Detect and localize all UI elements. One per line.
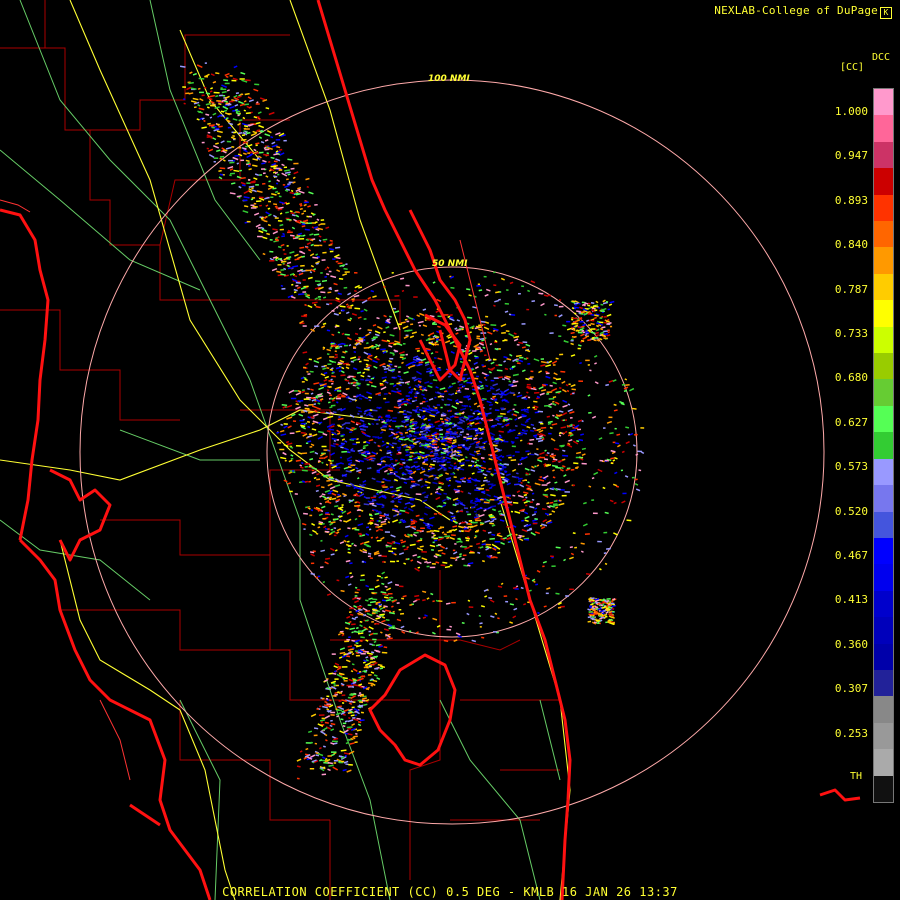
legend-product: DCC bbox=[872, 52, 891, 63]
legend-bottom-label: TH bbox=[850, 771, 863, 782]
legend-swatch bbox=[874, 273, 893, 301]
legend-color-bar bbox=[873, 88, 894, 803]
legend-swatch bbox=[874, 432, 893, 459]
legend-swatch bbox=[874, 669, 893, 697]
legend-tick-label: 0.733 bbox=[834, 327, 868, 340]
legend-swatch bbox=[874, 221, 893, 248]
radar-display: NEXLAB-College of DuPage K 100 NMI 50 NMI… bbox=[0, 0, 900, 900]
legend-swatch bbox=[874, 168, 893, 195]
product-caption: CORRELATION COEFFICIENT (CC) 0.5 DEG - K… bbox=[222, 885, 678, 899]
legend-swatch bbox=[874, 89, 893, 116]
legend-tick-label: 0.893 bbox=[834, 193, 868, 207]
legend-swatch bbox=[874, 326, 893, 354]
legend-swatch bbox=[874, 775, 893, 802]
legend-swatch bbox=[874, 564, 893, 591]
legend-swatch bbox=[874, 247, 893, 274]
legend-swatch bbox=[874, 115, 893, 142]
legend-tick-label: 0.787 bbox=[834, 282, 868, 296]
legend-swatch bbox=[874, 590, 893, 618]
legend-tick-label: 0.947 bbox=[834, 149, 868, 163]
legend-swatch bbox=[874, 722, 893, 750]
legend-swatch bbox=[874, 511, 893, 538]
legend-tick-label: 0.360 bbox=[834, 637, 868, 651]
legend-swatch bbox=[874, 485, 893, 512]
legend-swatch bbox=[874, 643, 893, 670]
legend-tick-label: 0.307 bbox=[834, 682, 868, 696]
legend-unit: [CC] bbox=[840, 62, 865, 73]
logo-icon: K bbox=[880, 7, 892, 19]
legend-swatch bbox=[874, 141, 893, 169]
legend-swatch bbox=[874, 300, 893, 327]
echoes bbox=[179, 62, 645, 780]
legend-tick-label: 0.467 bbox=[834, 549, 868, 562]
radar-map bbox=[0, 0, 861, 900]
legend-tick-label: 0.840 bbox=[834, 238, 868, 252]
ring-label-100: 100 NMI bbox=[428, 74, 470, 84]
legend-swatch bbox=[874, 379, 893, 406]
legend-tick-label: 0.253 bbox=[834, 726, 868, 740]
legend-tick-label: 0.627 bbox=[834, 415, 868, 429]
legend-swatch bbox=[874, 405, 893, 433]
legend-swatch bbox=[874, 749, 893, 776]
legend-swatch bbox=[874, 353, 893, 380]
legend-tick-label: 1.000 bbox=[834, 105, 868, 118]
legend-swatch bbox=[874, 617, 893, 644]
legend-swatch bbox=[874, 194, 893, 222]
legend-swatch bbox=[874, 696, 893, 723]
legend-tick-label: 0.680 bbox=[834, 371, 868, 385]
ring-label-50: 50 NMI bbox=[432, 259, 468, 269]
legend-tick-label: 0.520 bbox=[834, 504, 868, 518]
legend-swatch bbox=[874, 537, 893, 565]
legend-tick-label: 0.573 bbox=[834, 460, 868, 474]
legend-swatch bbox=[874, 458, 893, 486]
legend-tick-label: 0.413 bbox=[834, 593, 868, 607]
credit-label: NEXLAB-College of DuPage K bbox=[714, 4, 892, 19]
